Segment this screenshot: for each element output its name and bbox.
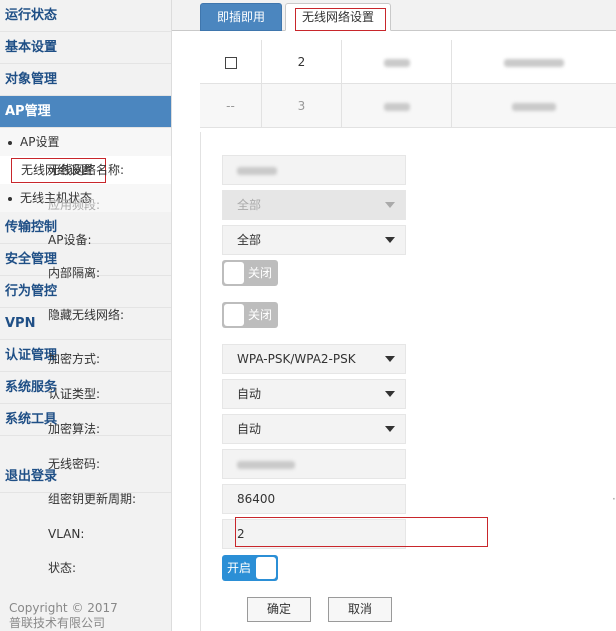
band-value: 全部 — [237, 198, 262, 212]
sidebar-item-ap-management[interactable]: AP管理 — [0, 96, 171, 128]
table-cell-ssid — [342, 84, 452, 128]
form-row-password: 无线密码: — [48, 449, 406, 479]
ap-device-label: AP设备: — [48, 233, 92, 247]
tab-wireless-settings[interactable]: 无线网络设置 — [285, 3, 391, 31]
redacted-text — [383, 58, 410, 67]
chevron-down-icon — [385, 202, 395, 208]
hide-ssid-label: 隐藏无线网络: — [48, 308, 125, 322]
form-row-isolation: 内部隔离: 关闭 — [48, 258, 406, 288]
redacted-text — [512, 102, 556, 111]
ok-button[interactable]: 确定 — [247, 597, 311, 622]
table-row[interactable]: 2 — [200, 40, 616, 84]
chevron-down-icon — [385, 391, 395, 397]
toggle-state: 开启 — [227, 561, 252, 575]
sidebar-nav: 运行状态 基本设置 对象管理 AP管理 — [0, 0, 171, 128]
wireless-network-table: 2 -- 3 — [200, 40, 616, 128]
clipped-unit-text: · — [612, 492, 616, 506]
toggle-state: 关闭 — [247, 308, 272, 322]
bullet-icon — [8, 140, 12, 145]
auth-type-value: 自动 — [237, 387, 262, 401]
bullet-icon — [8, 196, 12, 201]
table-cell-detail — [452, 40, 616, 84]
rekey-period-input[interactable]: 86400 — [222, 484, 406, 514]
table-row[interactable]: -- 3 — [200, 84, 616, 128]
cancel-button[interactable]: 取消 — [328, 597, 392, 622]
toggle-knob — [224, 262, 244, 284]
form-row-algorithm: 加密算法: 自动 — [48, 414, 406, 444]
toggle-state: 关闭 — [247, 266, 272, 280]
vlan-label: VLAN: — [48, 527, 85, 541]
sidebar-item-object-management[interactable]: 对象管理 — [0, 64, 171, 96]
algorithm-value: 自动 — [237, 422, 262, 436]
sidebar-item-running-status[interactable]: 运行状态 — [0, 0, 171, 32]
encryption-select[interactable]: WPA-PSK/WPA2-PSK — [222, 344, 406, 374]
form-row-ap: AP设备: 全部 — [48, 225, 406, 255]
status-label: 状态: — [48, 561, 77, 575]
chevron-down-icon — [385, 426, 395, 432]
ssid-label: 无线网络名称: — [48, 163, 125, 177]
rekey-period-label: 组密钥更新周期: — [48, 492, 137, 506]
copyright-line: Copyright © 2017 — [9, 601, 118, 615]
ap-device-value: 全部 — [237, 233, 262, 247]
row-checkbox[interactable] — [224, 56, 237, 69]
vlan-input[interactable]: 2 — [222, 519, 406, 549]
form-row-status: 状态: 开启 — [48, 553, 406, 583]
form-row-band: 应用频段: 全部 — [48, 190, 406, 220]
form-row-rekey: 组密钥更新周期: 86400 — [48, 484, 406, 514]
company-line: 普联技术有限公司 — [9, 616, 106, 630]
tab-bar: 即插即用 无线网络设置 — [172, 0, 616, 31]
chevron-down-icon — [385, 237, 395, 243]
tab-label: 无线网络设置 — [301, 10, 374, 24]
toggle-knob — [256, 557, 276, 579]
ssid-input[interactable] — [222, 155, 406, 185]
ap-device-select[interactable]: 全部 — [222, 225, 406, 255]
table-cell-select — [200, 40, 262, 84]
table-cell-select: -- — [200, 84, 262, 128]
table-cell-detail — [452, 84, 616, 128]
table-cell-ssid — [342, 40, 452, 84]
password-label: 无线密码: — [48, 457, 101, 471]
form-row-hide-ssid: 隐藏无线网络: 关闭 — [48, 300, 406, 330]
redacted-text — [383, 102, 410, 111]
sidebar-subitem-ap-settings[interactable]: AP设置 — [0, 128, 171, 156]
chevron-down-icon — [385, 356, 395, 362]
redacted-text — [237, 166, 277, 175]
table-cell-index: 2 — [262, 40, 342, 84]
algorithm-label: 加密算法: — [48, 422, 101, 436]
form-row-auth: 认证类型: 自动 — [48, 379, 406, 409]
isolation-label: 内部隔离: — [48, 266, 101, 280]
sidebar-subitem-label: AP设置 — [20, 135, 60, 149]
status-toggle[interactable]: 开启 — [222, 555, 278, 581]
copyright-text: Copyright © 2017 普联技术有限公司 — [9, 601, 118, 631]
table-cell-index: 3 — [262, 84, 342, 128]
hide-ssid-toggle[interactable]: 关闭 — [222, 302, 278, 328]
toggle-knob — [224, 304, 244, 326]
encryption-value: WPA-PSK/WPA2-PSK — [237, 352, 356, 366]
band-label: 应用频段: — [48, 198, 101, 212]
tab-plug-and-play[interactable]: 即插即用 — [200, 3, 282, 31]
isolation-toggle[interactable]: 关闭 — [222, 260, 278, 286]
redacted-text — [504, 58, 564, 67]
algorithm-select[interactable]: 自动 — [222, 414, 406, 444]
redacted-text — [237, 460, 295, 469]
sidebar-item-basic-settings[interactable]: 基本设置 — [0, 32, 171, 64]
auth-type-label: 认证类型: — [48, 387, 101, 401]
encryption-label: 加密方式: — [48, 352, 101, 366]
form-row-vlan: VLAN: 2 — [48, 519, 406, 549]
password-input[interactable] — [222, 449, 406, 479]
auth-type-select[interactable]: 自动 — [222, 379, 406, 409]
band-select: 全部 — [222, 190, 406, 220]
form-row-encryption: 加密方式: WPA-PSK/WPA2-PSK — [48, 344, 406, 374]
form-row-ssid: 无线网络名称: — [48, 155, 406, 185]
